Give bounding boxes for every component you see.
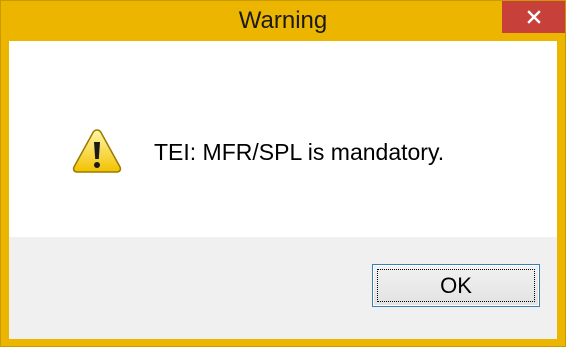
warning-dialog: Warning TEI: MFR/SPL is mandatory. OK	[0, 0, 566, 347]
warning-message: TEI: MFR/SPL is mandatory.	[154, 139, 445, 165]
title-bar[interactable]: Warning	[1, 1, 565, 41]
warning-triangle-icon	[71, 127, 123, 175]
ok-button-label: OK	[440, 272, 472, 298]
close-button[interactable]	[502, 1, 565, 33]
close-icon	[526, 10, 541, 24]
ok-button[interactable]: OK	[372, 264, 540, 307]
button-bar: OK	[9, 237, 557, 339]
dialog-title: Warning	[238, 7, 328, 34]
dialog-client-area: TEI: MFR/SPL is mandatory. OK	[9, 41, 557, 339]
message-area: TEI: MFR/SPL is mandatory.	[9, 41, 557, 237]
